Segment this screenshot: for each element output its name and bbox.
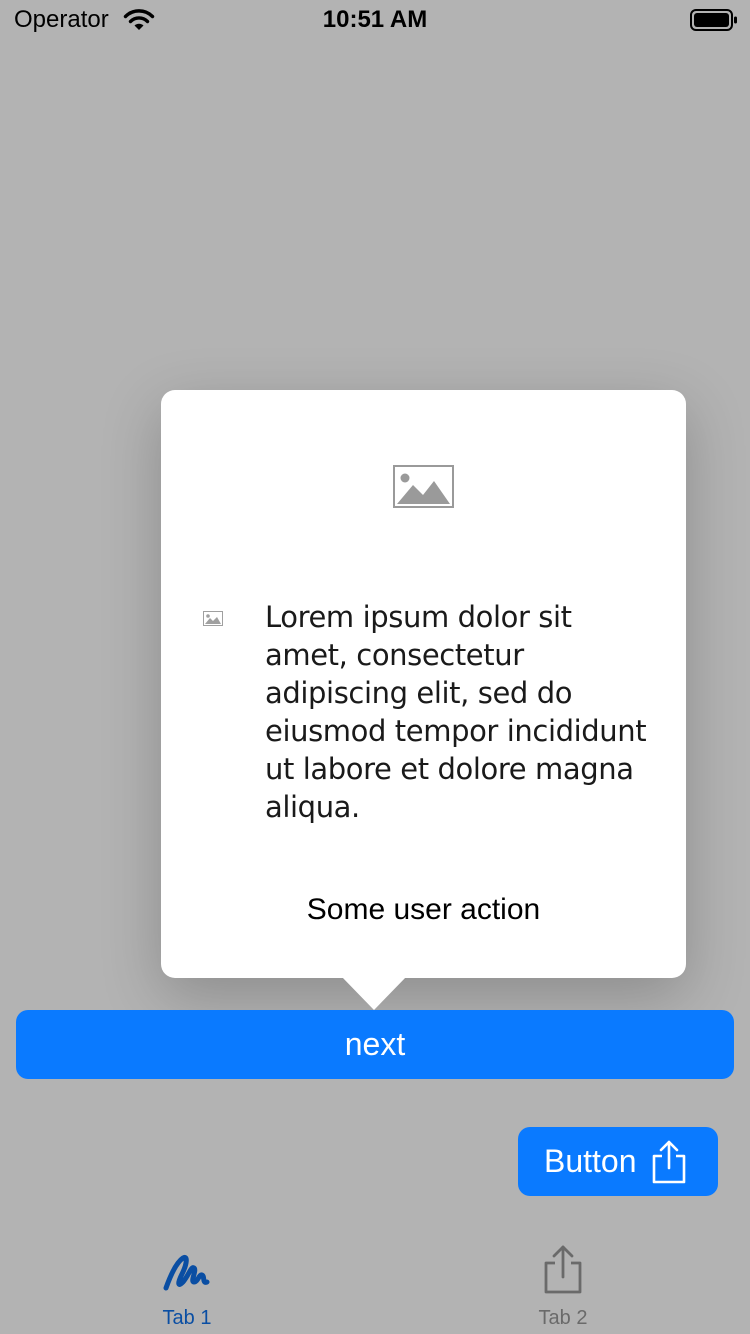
tab-2-label: Tab 2 [538,1307,588,1329]
popover: Lorem ipsum dolor sit amet, consectetur … [161,390,686,978]
tab-2[interactable]: Tab 2 [488,1236,638,1334]
tab-1-label: Tab 1 [162,1307,212,1329]
battery-icon [690,9,737,31]
scribble-icon [163,1254,210,1291]
popover-arrow [341,976,407,1010]
user-action-button[interactable]: Some user action [161,892,686,928]
share-icon [652,1140,686,1184]
popover-body-text: Lorem ipsum dolor sit amet, consectetur … [265,600,647,824]
image-placeholder-icon [203,611,223,626]
image-placeholder-icon [393,465,454,508]
next-button[interactable]: next [16,1010,734,1079]
share-icon [544,1245,582,1294]
tab-bar: Tab 1 Tab 2 [0,1236,750,1334]
tab-1[interactable]: Tab 1 [112,1236,262,1334]
clock: 10:51 AM [322,6,428,33]
share-button-label: Button [544,1143,637,1179]
share-button[interactable]: Button [518,1127,718,1196]
status-bar: Operator 10:51 AM [0,0,750,40]
